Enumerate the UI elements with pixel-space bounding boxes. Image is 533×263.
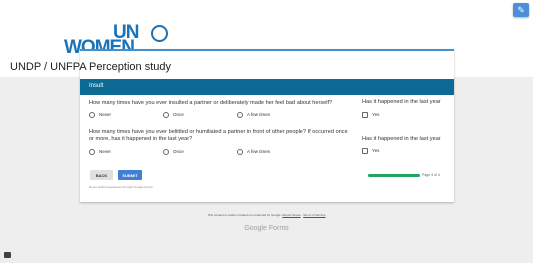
radio-label: Once	[173, 149, 184, 154]
checkbox[interactable]	[362, 148, 368, 154]
q1-option-never[interactable]: Never	[89, 111, 111, 119]
back-button[interactable]: BACK	[90, 170, 113, 180]
question-1-followup-text: Has it happened in the last year	[362, 99, 441, 105]
pencil-icon: ✎	[517, 4, 525, 15]
edit-button[interactable]: ✎	[513, 3, 529, 17]
q1-followup-yes[interactable]: Yes	[362, 111, 379, 119]
progress-bar	[368, 174, 420, 177]
progress-bar-fill	[368, 174, 420, 177]
submit-button[interactable]: SUBMIT	[118, 170, 142, 180]
un-emblem-icon	[151, 25, 168, 42]
card-accent-line	[80, 49, 454, 51]
section-title: Insult	[89, 83, 104, 89]
question-2-text: How many times have you ever belittled o…	[89, 129, 348, 142]
q2-option-once[interactable]: Once	[163, 148, 184, 156]
checkbox[interactable]	[362, 112, 368, 118]
radio-label: Never	[99, 149, 112, 154]
footer-disclaimer: This content is neither created nor endo…	[0, 213, 533, 217]
radio-button[interactable]	[89, 112, 95, 118]
radio-label: Never	[99, 112, 112, 117]
page-indicator: Page 4 of 4	[422, 173, 440, 177]
radio-label: A few times	[247, 149, 271, 154]
question-2-followup-text: Has it happened in the last year	[362, 136, 441, 142]
terms-of-service-link[interactable]: Terms of Service	[303, 213, 325, 217]
radio-button[interactable]	[237, 112, 243, 118]
google-forms-logo[interactable]: Google Forms	[0, 224, 533, 233]
radio-button[interactable]	[163, 149, 169, 155]
feedback-icon[interactable]	[4, 252, 11, 258]
q1-option-few-times[interactable]: A few times	[237, 111, 270, 119]
radio-label: A few times	[247, 112, 271, 117]
disclaimer-text: This content is neither created nor endo…	[207, 213, 282, 217]
form-title: UNDP / UNFPA Perception study	[10, 61, 171, 73]
report-abuse-link[interactable]: Report Abuse	[282, 213, 300, 217]
q2-followup-yes[interactable]: Yes	[362, 147, 379, 155]
radio-button[interactable]	[237, 149, 243, 155]
question-1-text: How many times have you ever insulted a …	[89, 100, 333, 106]
q2-option-never[interactable]: Never	[89, 148, 111, 156]
q2-option-few-times[interactable]: A few times	[237, 148, 270, 156]
password-warning: Never submit passwords through Google Fo…	[89, 185, 154, 189]
checkbox-label: Yes	[372, 112, 380, 117]
radio-button[interactable]	[163, 112, 169, 118]
checkbox-label: Yes	[372, 148, 380, 153]
radio-button[interactable]	[89, 149, 95, 155]
q1-option-once[interactable]: Once	[163, 111, 184, 119]
section-header: Insult	[80, 79, 454, 95]
radio-label: Once	[173, 112, 184, 117]
